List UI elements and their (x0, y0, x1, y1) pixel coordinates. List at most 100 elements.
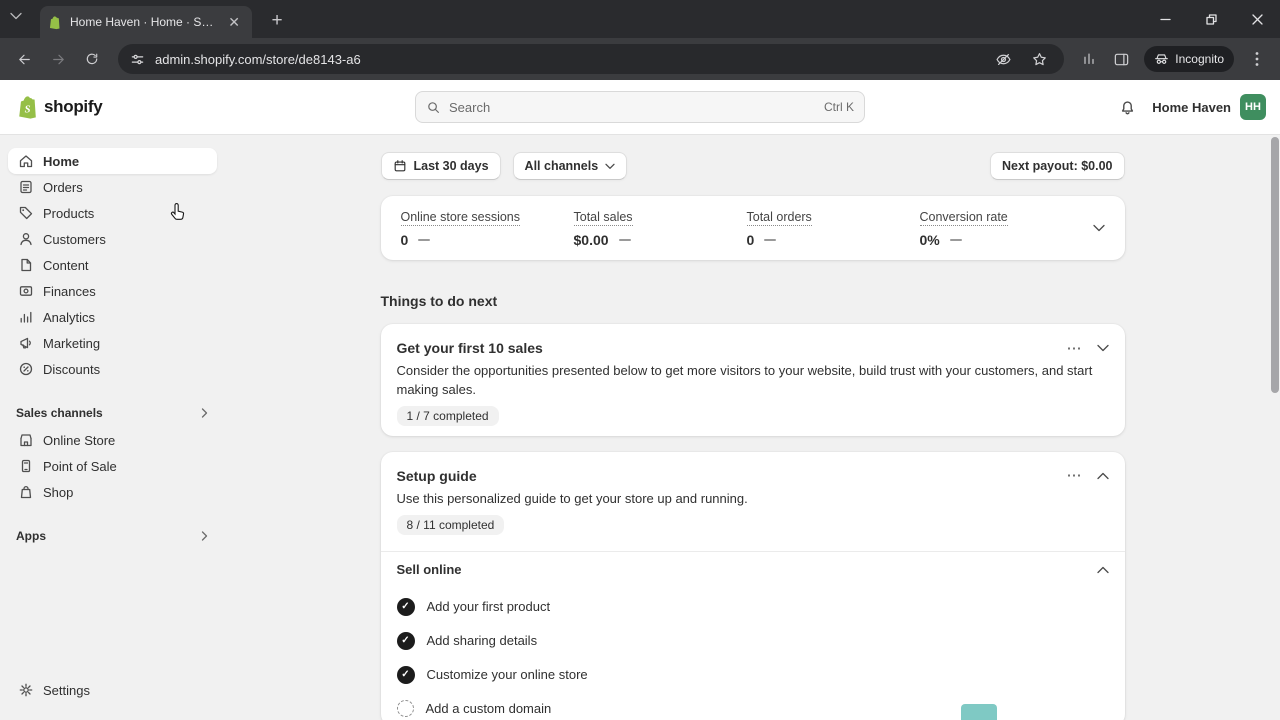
tab-title: Home Haven · Home · Shopify (70, 15, 216, 29)
apps-header[interactable]: Apps (8, 528, 217, 544)
check-circle-icon: ✓ (396, 665, 415, 684)
sales-channels-header[interactable]: Sales channels (8, 405, 217, 421)
browser-tab[interactable]: Home Haven · Home · Shopify ✕ (40, 6, 252, 38)
minimize-button[interactable] (1142, 0, 1188, 38)
channel-filter-button[interactable]: All channels (512, 152, 628, 180)
search-input[interactable] (449, 99, 816, 115)
marketing-icon (18, 335, 34, 351)
sidebar-item-settings[interactable]: Settings (8, 677, 217, 703)
chevron-down-icon[interactable] (1096, 344, 1109, 352)
products-icon (18, 205, 34, 221)
metrics-expand-chevron-icon[interactable] (1092, 224, 1105, 232)
sidebar-item-customers[interactable]: Customers (8, 226, 217, 252)
browser-menu-kebab-icon[interactable] (1244, 46, 1270, 72)
site-info-icon[interactable] (130, 52, 145, 67)
incognito-label: Incognito (1175, 52, 1224, 66)
content-icon (18, 257, 34, 273)
chevron-up-icon[interactable] (1096, 472, 1109, 480)
setup-guide-description: Use this personalized guide to get your … (396, 490, 748, 506)
sales-channels-label: Sales channels (16, 406, 103, 420)
todo-heading: Things to do next (380, 293, 498, 309)
notifications-bell-icon[interactable] (1119, 99, 1136, 116)
task-label: Add a custom domain (425, 701, 552, 717)
side-panel-icon[interactable] (1108, 46, 1134, 72)
sidebar-item-label: Settings (43, 682, 90, 698)
task-label: Add your first product (426, 599, 551, 615)
task-add-sharing-details[interactable]: ✓ Add sharing details (396, 624, 1109, 658)
finances-icon (18, 283, 34, 299)
analytics-icon (18, 309, 34, 325)
calendar-icon (394, 160, 405, 172)
card-menu-icon[interactable]: ⋯ (1067, 341, 1083, 356)
metric-value: $0.00 (573, 232, 609, 248)
sidebar-item-label: Orders (43, 179, 83, 195)
next-payout-button[interactable]: Next payout: $0.00 (990, 152, 1125, 180)
sidebar-item-point-of-sale[interactable]: Point of Sale (8, 453, 217, 479)
search-shortcut: Ctrl K (824, 100, 854, 114)
shopify-logo[interactable]: S shopify (16, 94, 103, 120)
check-circle-icon: ✓ (396, 597, 415, 616)
password-eye-off-icon[interactable] (990, 46, 1016, 72)
close-window-button[interactable] (1234, 0, 1280, 38)
restore-button[interactable] (1188, 0, 1234, 38)
topbar-right: Home Haven HH (1119, 94, 1266, 120)
forward-icon[interactable] (44, 45, 72, 73)
sidebar-item-online-store[interactable]: Online Store (8, 427, 217, 453)
window-controls (1142, 0, 1280, 38)
global-search[interactable]: Ctrl K (415, 91, 865, 123)
sidebar-item-content[interactable]: Content (8, 252, 217, 278)
store-menu[interactable]: Home Haven HH (1152, 94, 1266, 120)
sparkline-placeholder (618, 239, 631, 241)
sell-online-section-toggle[interactable]: Sell online (381, 552, 1125, 588)
task-customize-online-store[interactable]: ✓ Customize your online store (396, 658, 1109, 692)
refresh-icon[interactable] (78, 45, 106, 73)
sidebar-item-discounts[interactable]: Discounts (8, 356, 217, 382)
metric-label: Online store sessions (400, 210, 521, 226)
metric-conversion-rate: Conversion rate 0% (919, 208, 1093, 248)
metric-total-sales: Total sales $0.00 (573, 208, 747, 248)
setup-guide-title: Setup guide (396, 467, 477, 484)
tab-close-icon[interactable]: ✕ (224, 13, 244, 31)
first-sales-card: Get your first 10 sales ⋯ Consider the o… (380, 324, 1125, 436)
filter-row: Last 30 days All channels Next payout: $… (380, 152, 1125, 180)
sidebar-item-analytics[interactable]: Analytics (8, 304, 217, 330)
task-add-custom-domain[interactable]: Add a custom domain (396, 692, 1109, 720)
browser-toolbar: admin.shopify.com/store/de8143-a6 Incogn… (0, 38, 1280, 80)
sidebar-item-orders[interactable]: Orders (8, 174, 217, 200)
shopify-bag-icon: S (19, 96, 36, 119)
task-add-first-product[interactable]: ✓ Add your first product (396, 590, 1109, 624)
home-icon (18, 153, 34, 169)
sidebar-item-marketing[interactable]: Marketing (8, 330, 217, 356)
metric-online-store-sessions: Online store sessions 0 (400, 208, 574, 248)
sidebar-item-shop[interactable]: Shop (8, 479, 217, 505)
sidebar-item-home[interactable]: Home (8, 148, 217, 174)
new-tab-button[interactable]: + (264, 8, 290, 34)
apps-label: Apps (16, 529, 46, 543)
metric-value: 0 (746, 232, 755, 248)
sidebar-item-products[interactable]: Products (8, 200, 217, 226)
url-bar[interactable]: admin.shopify.com/store/de8143-a6 (118, 44, 1065, 74)
page-scrollbar[interactable] (1271, 137, 1279, 393)
metric-label: Total orders (746, 210, 812, 226)
media-controls-icon[interactable] (1076, 46, 1102, 72)
sparkline-placeholder (949, 239, 962, 241)
metric-value: 0 (400, 232, 409, 248)
metric-label: Conversion rate (919, 210, 1008, 226)
back-icon[interactable] (10, 45, 38, 73)
sidebar-item-finances[interactable]: Finances (8, 278, 217, 304)
chevron-up-icon (1096, 566, 1109, 574)
sparkline-placeholder (764, 239, 777, 241)
bookmark-star-icon[interactable] (1026, 46, 1052, 72)
channel-filter-label: All channels (524, 159, 599, 173)
sidebar-item-label: Home (43, 153, 80, 169)
tab-search-icon[interactable] (10, 12, 22, 20)
metric-label: Total sales (573, 210, 633, 226)
chevron-right-icon (201, 531, 209, 541)
shop-bag-icon (18, 484, 34, 500)
sell-online-label: Sell online (396, 562, 462, 578)
date-range-button[interactable]: Last 30 days (380, 152, 501, 180)
card-menu-icon[interactable]: ⋯ (1067, 468, 1083, 483)
sparkline-placeholder (418, 239, 431, 241)
first-sales-title: Get your first 10 sales (396, 340, 543, 356)
orders-icon (18, 179, 34, 195)
